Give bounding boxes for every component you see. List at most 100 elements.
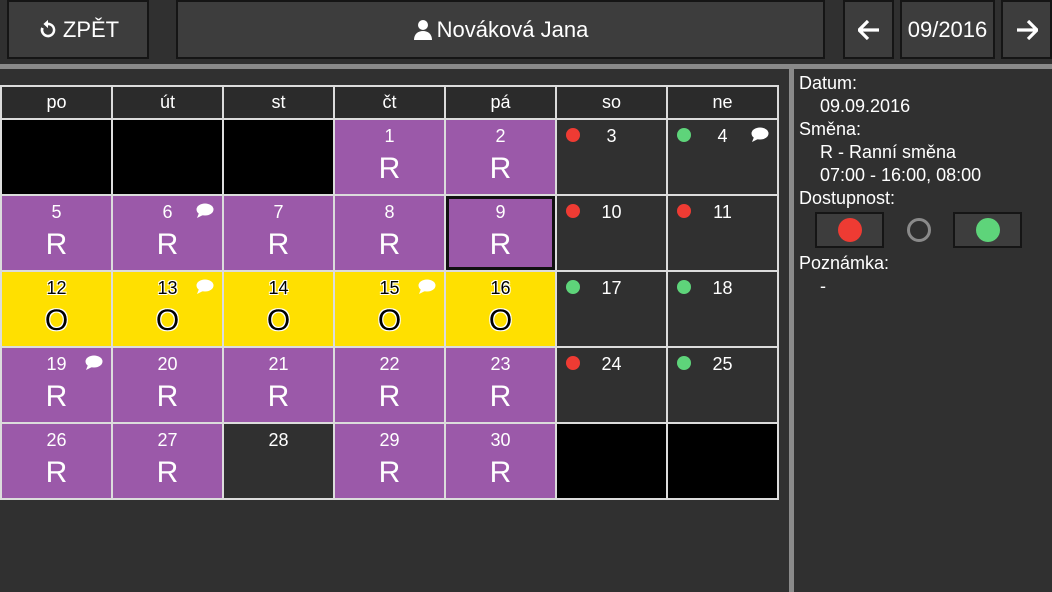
day-number: 20 — [157, 354, 178, 374]
shift-code: O — [488, 304, 513, 337]
calendar-cell-empty — [557, 424, 666, 498]
day-number: 18 — [712, 278, 733, 298]
user-icon — [413, 19, 433, 41]
day-number: 24 — [601, 354, 622, 374]
day-number: 27 — [157, 430, 178, 450]
calendar-day-cell[interactable]: 3 — [557, 120, 666, 194]
green-circle-icon — [975, 218, 1000, 242]
shift-code: R — [45, 380, 68, 413]
shift-code: R — [378, 228, 401, 261]
arrow-right-icon — [1016, 19, 1038, 40]
arrow-left-icon — [857, 19, 880, 40]
day-number: 10 — [601, 202, 622, 222]
weekday-header: so — [557, 87, 666, 118]
month-label: 09/2016 — [907, 16, 988, 42]
shift-code: R — [267, 380, 290, 413]
day-number: 21 — [268, 354, 289, 374]
date-label: Datum: — [799, 73, 858, 93]
shift-code: R — [45, 456, 68, 489]
calendar-day-cell[interactable]: 20 R — [113, 348, 222, 422]
shift-code: R — [378, 152, 401, 185]
calendar-day-cell[interactable]: 18 — [668, 272, 777, 346]
day-number: 5 — [51, 202, 62, 222]
speech-bubble-icon — [751, 127, 769, 142]
shift-code: R — [378, 456, 401, 489]
calendar-day-cell[interactable]: 15 O — [335, 272, 444, 346]
back-label: ZPĚT — [62, 16, 120, 42]
calendar-day-cell[interactable]: 2R — [446, 120, 555, 194]
calendar-day-cell[interactable]: 22 R — [335, 348, 444, 422]
calendar-cell-empty — [2, 120, 111, 194]
day-number: 30 — [490, 430, 511, 450]
calendar-day-cell[interactable]: 7R — [224, 196, 333, 270]
day-number: 11 — [713, 202, 732, 222]
red-circle-icon — [837, 218, 862, 242]
calendar-day-cell[interactable]: 12 O — [2, 272, 111, 346]
calendar-day-cell[interactable]: 29 R — [335, 424, 444, 498]
speech-bubble-icon — [85, 355, 103, 370]
calendar-day-cell[interactable]: 8R — [335, 196, 444, 270]
calendar-day-cell[interactable]: 14 O — [224, 272, 333, 346]
day-number: 1 — [384, 126, 395, 146]
weekday-header: čt — [335, 87, 444, 118]
shift-code: R — [489, 456, 512, 489]
previous-month-button[interactable] — [843, 0, 894, 59]
day-number: 3 — [606, 126, 617, 146]
calendar-day-cell[interactable]: 17 — [557, 272, 666, 346]
shift-code: R — [267, 228, 290, 261]
calendar-day-cell[interactable]: 24 — [557, 348, 666, 422]
calendar-day-cell[interactable]: 13 O — [113, 272, 222, 346]
day-number: 26 — [46, 430, 67, 450]
calendar-day-cell[interactable]: 6R — [113, 196, 222, 270]
day-number: 12 — [46, 278, 67, 298]
shift-code: O — [155, 304, 180, 337]
user-name-button[interactable]: Nováková Jana — [176, 0, 825, 59]
vertical-divider — [789, 69, 794, 592]
user-name: Nováková Jana — [436, 16, 589, 42]
back-button[interactable]: ZPĚT — [7, 0, 149, 59]
day-detail-panel: Datum: 09.09.2016 Směna: R - Ranní směna… — [799, 72, 1049, 298]
month-calendar: po út st čt pá so ne 1 R 2 R 3 4 5 R 6 R 7 R 8 R 9 R 10 1… — [0, 85, 779, 500]
month-selector[interactable]: 09/2016 — [900, 0, 995, 59]
calendar-day-cell[interactable]: 10 — [557, 196, 666, 270]
day-number: 22 — [379, 354, 400, 374]
date-value: 09.09.2016 — [820, 96, 911, 116]
day-number: 2 — [495, 126, 506, 146]
calendar-day-cell[interactable]: 21 R — [224, 348, 333, 422]
calendar-day-cell[interactable]: 11 — [668, 196, 777, 270]
shift-code: R — [45, 228, 68, 261]
calendar-day-cell[interactable]: 1R — [335, 120, 444, 194]
calendar-cell-empty — [224, 120, 333, 194]
day-number: 9 — [495, 202, 506, 222]
calendar-day-cell[interactable]: 16 O — [446, 272, 555, 346]
shift-code: R — [489, 380, 512, 413]
calendar-cell-empty — [668, 424, 777, 498]
undo-arrow-icon — [37, 19, 59, 41]
top-bar: ZPĚT Nováková Jana 09/2016 — [0, 0, 1052, 64]
calendar-day-cell[interactable]: 27 R — [113, 424, 222, 498]
calendar-day-cell[interactable]: 30 R — [446, 424, 555, 498]
availability-available-button[interactable] — [953, 212, 1022, 248]
weekday-header: po — [2, 87, 111, 118]
calendar-day-cell[interactable]: 25 — [668, 348, 777, 422]
calendar-day-cell[interactable]: 26 R — [2, 424, 111, 498]
calendar-day-cell[interactable]: 28 — [224, 424, 333, 498]
availability-selector — [815, 212, 1049, 248]
shift-time: 07:00 - 16:00, 08:00 — [820, 165, 982, 185]
day-number: 7 — [273, 202, 284, 222]
calendar-day-cell[interactable]: 9R — [446, 196, 555, 270]
shift-code: R — [156, 380, 179, 413]
day-number: 14 — [268, 278, 289, 298]
calendar-day-cell[interactable]: 23 R — [446, 348, 555, 422]
speech-bubble-icon — [418, 279, 436, 294]
availability-neutral-button[interactable] — [884, 212, 953, 248]
calendar-day-cell[interactable]: 19 R — [2, 348, 111, 422]
availability-unavailable-button[interactable] — [815, 212, 884, 248]
calendar-day-cell[interactable]: 4 — [668, 120, 777, 194]
day-number: 29 — [379, 430, 400, 450]
next-month-button[interactable] — [1001, 0, 1052, 59]
weekday-header: ne — [668, 87, 777, 118]
speech-bubble-icon — [196, 203, 214, 218]
calendar-day-cell[interactable]: 5R — [2, 196, 111, 270]
shift-code: O — [266, 304, 291, 337]
